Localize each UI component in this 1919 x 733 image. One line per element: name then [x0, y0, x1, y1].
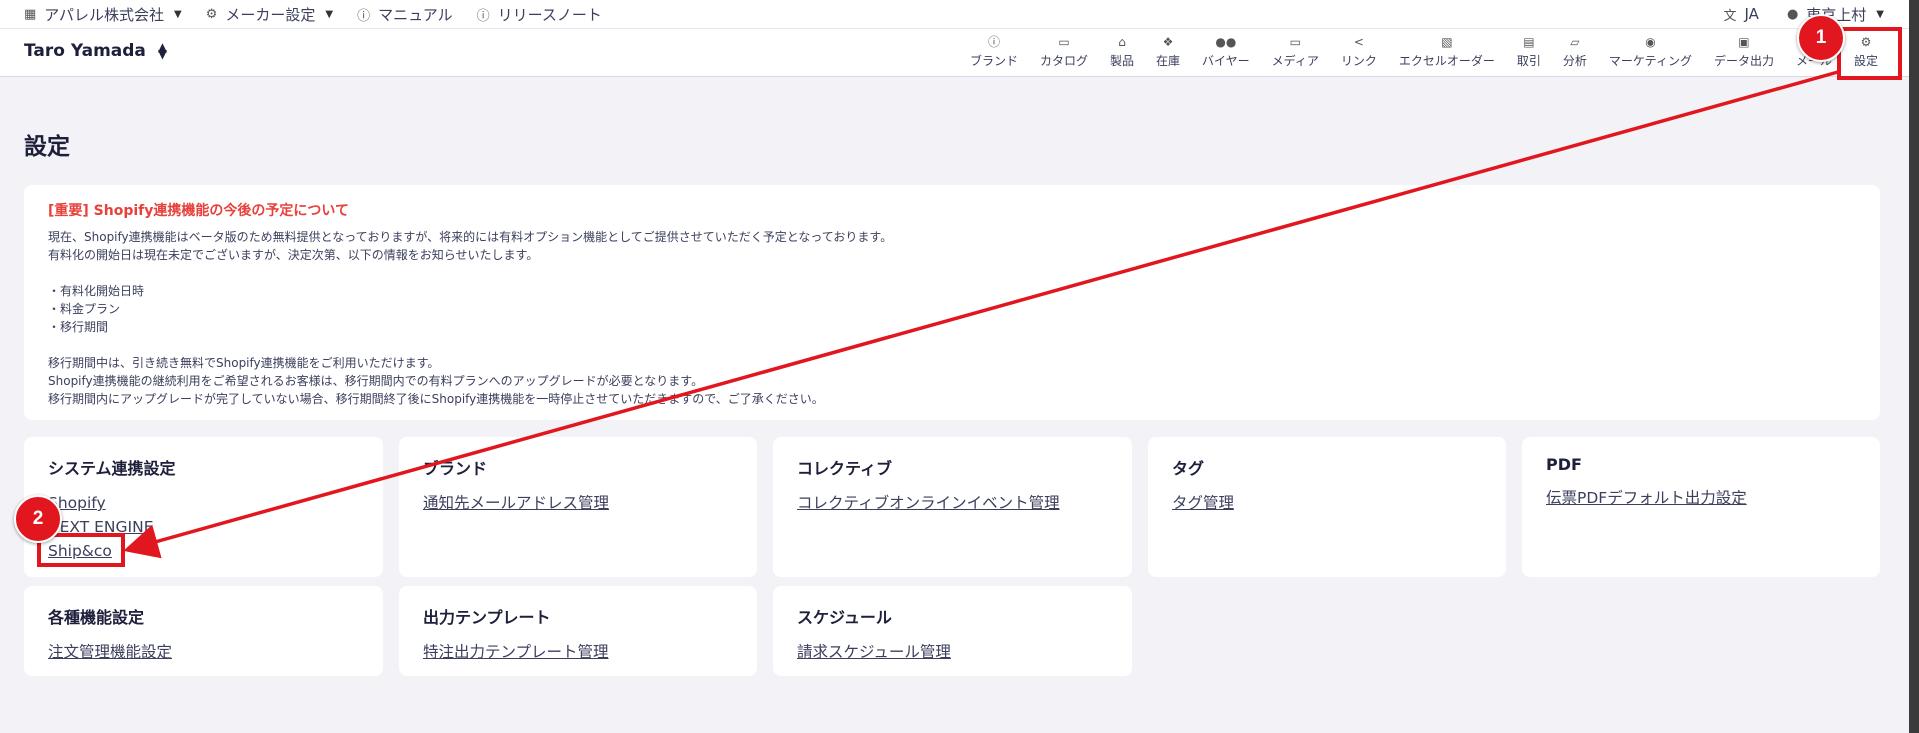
settings-highlight-box: [1837, 27, 1902, 80]
annotation-arrow: [123, 70, 1839, 559]
step-badge-2: 2: [14, 495, 62, 543]
window-edge: [1909, 0, 1919, 733]
step-badge-1: 1: [1797, 14, 1845, 62]
